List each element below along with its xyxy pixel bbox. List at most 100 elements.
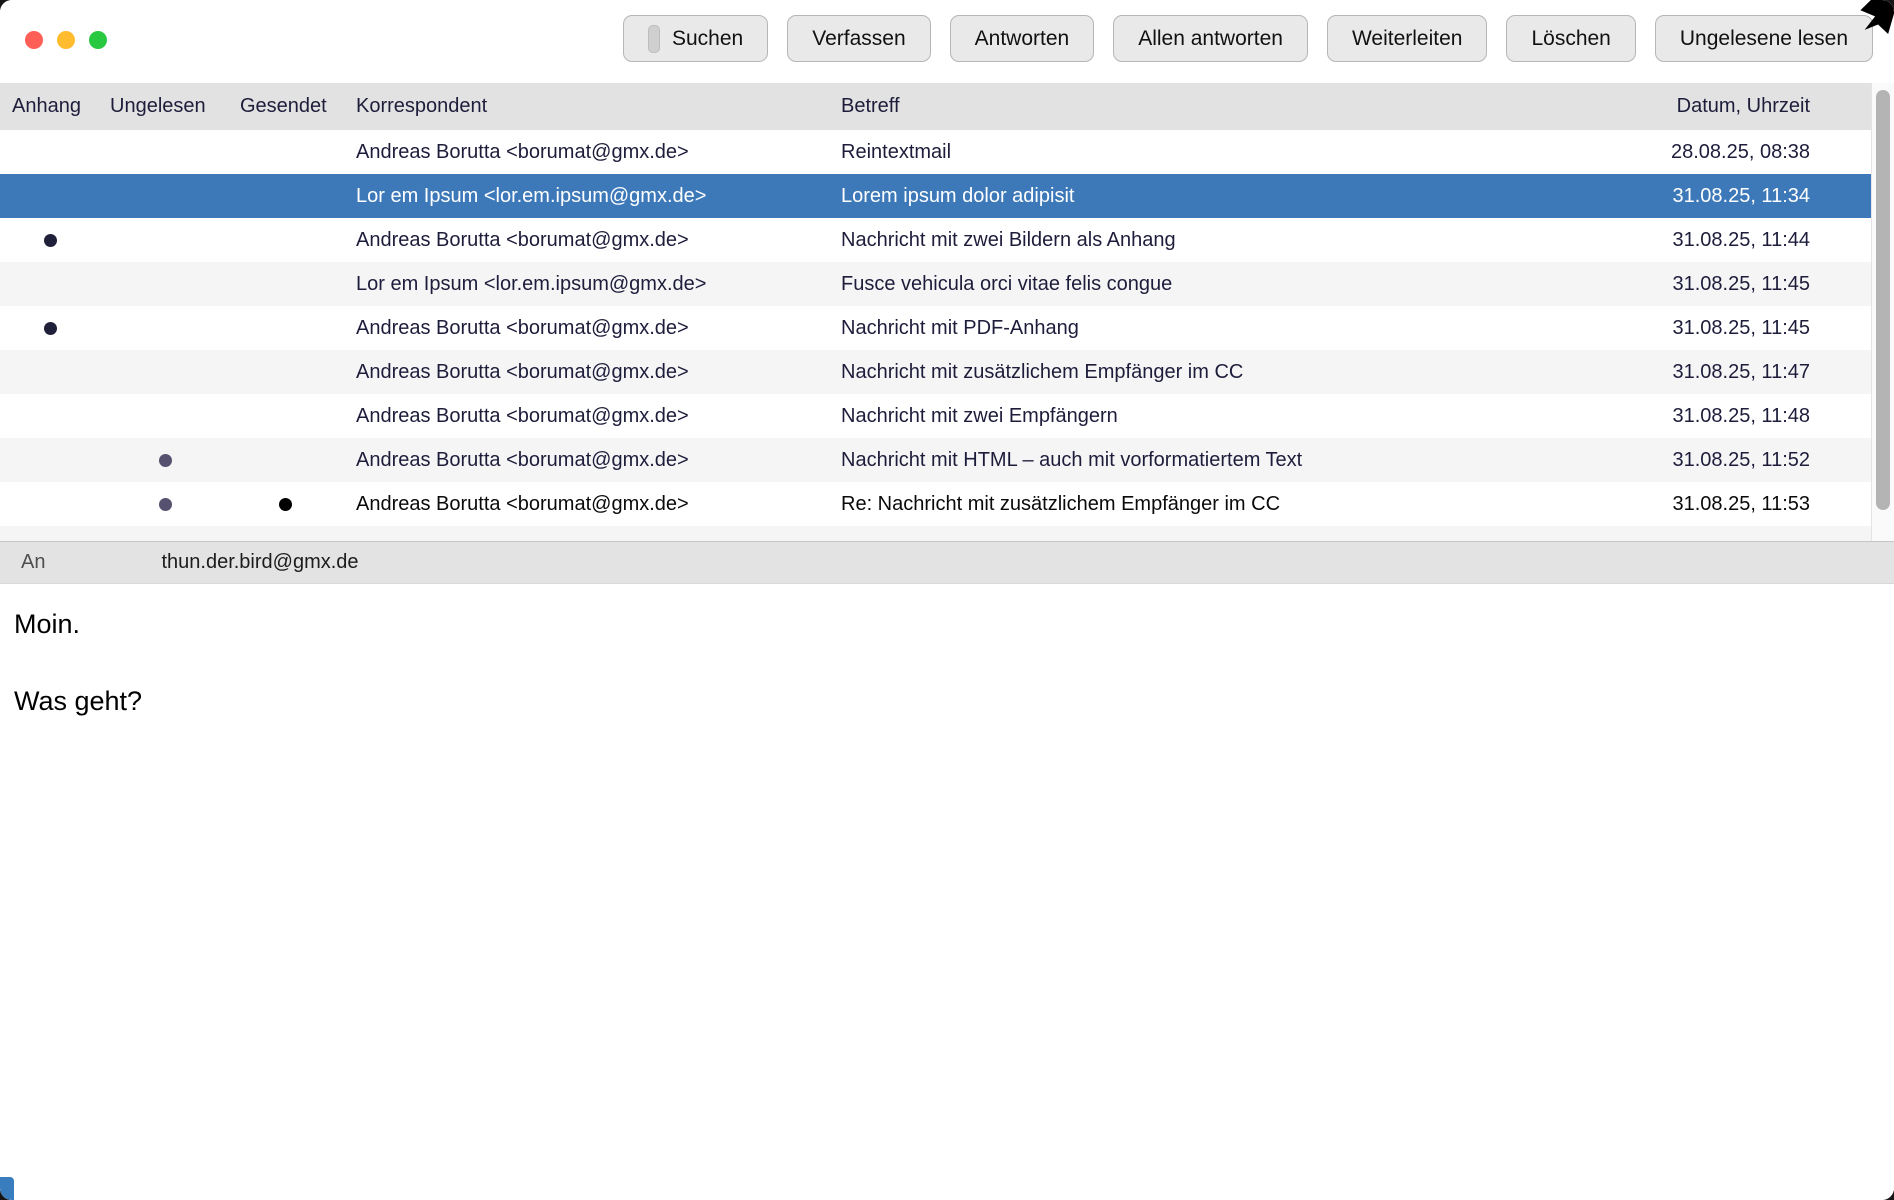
close-window-button[interactable]	[25, 31, 43, 49]
column-header-ungelesen[interactable]: Ungelesen	[100, 95, 230, 118]
toolbar-button-label: Antworten	[974, 26, 1070, 50]
sent-cell	[230, 306, 340, 350]
unread-cell	[100, 482, 230, 526]
toolbar-button-label: Verfassen	[812, 26, 906, 50]
attachment-cell	[0, 438, 100, 482]
correspondent-cell: Lor em Ipsum <lor.em.ipsum@gmx.de>	[356, 184, 707, 207]
correspondent-cell: Andreas Borutta <borumat@gmx.de>	[356, 228, 689, 251]
column-header-korrespondent[interactable]: Korrespondent	[340, 95, 830, 118]
attachment-cell	[0, 130, 100, 174]
unread-cell	[100, 438, 230, 482]
toolbar-button-verfassen[interactable]: Verfassen	[787, 15, 931, 62]
date-cell: 31.08.25, 11:47	[1672, 360, 1810, 383]
column-header-datum[interactable]: Datum, Uhrzeit	[1662, 95, 1872, 118]
background-window-corner	[0, 1177, 14, 1200]
subject-cell: Nachricht mit HTML – auch mit vorformati…	[841, 448, 1303, 471]
correspondent-cell: Lor em Ipsum <lor.em.ipsum@gmx.de>	[356, 272, 707, 295]
date-cell: 31.08.25, 11:52	[1672, 448, 1810, 471]
toolbar-button-loeschen[interactable]: Löschen	[1506, 15, 1636, 62]
search-icon	[648, 24, 660, 53]
recipient-address: thun.der.bird@gmx.de	[161, 551, 359, 573]
sent-cell	[230, 482, 340, 526]
scrollbar-track[interactable]	[1871, 83, 1894, 541]
sent-cell	[230, 262, 340, 306]
date-cell: 31.08.25, 11:45	[1672, 316, 1810, 339]
unread-cell	[100, 174, 230, 218]
correspondent-cell: Andreas Borutta <borumat@gmx.de>	[356, 360, 689, 383]
correspondent-cell: Andreas Borutta <borumat@gmx.de>	[356, 448, 689, 471]
correspondent-cell: Andreas Borutta <borumat@gmx.de>	[356, 140, 689, 163]
toolbar: Suchen Verfassen Antworten Allen antworten W…	[0, 0, 1894, 83]
toolbar-button-group: Suchen Verfassen Antworten Allen antworten W…	[623, 15, 1873, 62]
toolbar-button-allen-antworten[interactable]: Allen antworten	[1113, 15, 1308, 62]
sent-cell	[230, 438, 340, 482]
attachment-cell	[0, 306, 100, 350]
correspondent-cell: Andreas Borutta <borumat@gmx.de>	[356, 492, 689, 515]
date-cell: 31.08.25, 11:45	[1672, 272, 1810, 295]
toolbar-button-label: Löschen	[1531, 26, 1611, 50]
toolbar-button-label: Ungelesene lesen	[1679, 26, 1848, 50]
unread-cell	[100, 306, 230, 350]
message-row[interactable]: Andreas Borutta <borumat@gmx.de> Re: Nach…	[0, 482, 1872, 526]
date-cell: 28.08.25, 08:38	[1670, 140, 1810, 163]
attachment-indicator-icon	[43, 233, 57, 247]
message-rows: Andreas Borutta <borumat@gmx.de> Reintext…	[0, 130, 1894, 526]
column-header-anhang[interactable]: Anhang	[0, 95, 100, 118]
correspondent-cell: Andreas Borutta <borumat@gmx.de>	[356, 316, 689, 339]
unread-indicator-icon	[158, 453, 172, 467]
sent-cell	[230, 394, 340, 438]
recipient-bar: An thun.der.bird@gmx.de	[0, 541, 1894, 584]
subject-cell: Nachricht mit zwei Empfängern	[841, 404, 1118, 427]
body-line: Was geht?	[14, 686, 143, 716]
subject-cell: Fusce vehicula orci vitae felis congue	[841, 272, 1173, 295]
toolbar-button-antworten[interactable]: Antworten	[949, 15, 1095, 62]
subject-cell: Lorem ipsum dolor adipisit	[841, 184, 1075, 207]
message-row[interactable]: Andreas Borutta <borumat@gmx.de> Nachrich…	[0, 394, 1872, 438]
minimize-window-button[interactable]	[57, 31, 75, 49]
message-row[interactable]: Andreas Borutta <borumat@gmx.de> Nachrich…	[0, 306, 1872, 350]
window-controls	[25, 31, 107, 49]
message-row[interactable]: Andreas Borutta <borumat@gmx.de> Nachrich…	[0, 218, 1872, 262]
attachment-cell	[0, 350, 100, 394]
message-row[interactable]: Lor em Ipsum <lor.em.ipsum@gmx.de> Fusce …	[0, 262, 1872, 306]
date-cell: 31.08.25, 11:48	[1672, 404, 1810, 427]
sent-cell	[230, 174, 340, 218]
message-row[interactable]: Andreas Borutta <borumat@gmx.de> Nachrich…	[0, 350, 1872, 394]
column-header-gesendet[interactable]: Gesendet	[230, 95, 340, 118]
subject-cell: Nachricht mit zwei Bildern als Anhang	[841, 228, 1176, 251]
unread-cell	[100, 218, 230, 262]
attachment-cell	[0, 482, 100, 526]
attachment-cell	[0, 262, 100, 306]
message-row[interactable]: Lor em Ipsum <lor.em.ipsum@gmx.de> Lorem …	[0, 174, 1872, 218]
zoom-window-button[interactable]	[89, 31, 107, 49]
recipient-label: An	[21, 551, 46, 573]
partial-next-row	[0, 526, 1872, 541]
message-list-pane: Anhang Ungelesen Gesendet Korrespondent …	[0, 83, 1894, 541]
date-cell: 31.08.25, 11:53	[1672, 492, 1810, 515]
sent-cell	[230, 130, 340, 174]
sent-cell	[230, 350, 340, 394]
column-header-betreff[interactable]: Betreff	[830, 95, 1662, 118]
attachment-cell	[0, 174, 100, 218]
toolbar-button-suchen[interactable]: Suchen	[623, 15, 769, 62]
attachment-cell	[0, 394, 100, 438]
attachment-cell	[0, 218, 100, 262]
scrollbar-thumb[interactable]	[1876, 90, 1890, 510]
message-row[interactable]: Andreas Borutta <borumat@gmx.de> Reintext…	[0, 130, 1872, 174]
sent-indicator-icon	[278, 497, 292, 511]
subject-cell: Re: Nachricht mit zusätzlichem Empfänger…	[841, 492, 1281, 515]
unread-cell	[100, 394, 230, 438]
message-row[interactable]: Andreas Borutta <borumat@gmx.de> Nachrich…	[0, 438, 1872, 482]
toolbar-button-label: Allen antworten	[1138, 26, 1283, 50]
body-line: Moin.	[14, 609, 81, 639]
attachment-indicator-icon	[43, 321, 57, 335]
mail-client-window: Suchen Verfassen Antworten Allen antworten W…	[0, 0, 1894, 1200]
toolbar-button-weiterleiten[interactable]: Weiterleiten	[1326, 15, 1488, 62]
unread-cell	[100, 262, 230, 306]
message-list-header: Anhang Ungelesen Gesendet Korrespondent …	[0, 83, 1872, 130]
correspondent-cell: Andreas Borutta <borumat@gmx.de>	[356, 404, 689, 427]
sent-cell	[230, 218, 340, 262]
date-cell: 31.08.25, 11:44	[1672, 228, 1810, 251]
toolbar-button-ungelesene-lesen[interactable]: Ungelesene lesen	[1654, 15, 1873, 62]
subject-cell: Nachricht mit zusätzlichem Empfänger im …	[841, 360, 1244, 383]
